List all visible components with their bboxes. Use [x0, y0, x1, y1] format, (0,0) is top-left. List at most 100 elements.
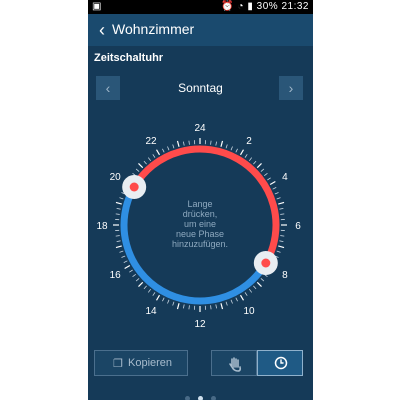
dial-tick [115, 213, 120, 215]
dial-tick [248, 157, 253, 161]
dial-tick [256, 163, 262, 169]
dial-tick [210, 140, 212, 145]
dial-hint: Langedrücken,um eineneue Phasehinzuzufüg… [172, 199, 228, 249]
hint-line: hinzuzufügen. [172, 239, 228, 249]
dial-tick [172, 144, 175, 149]
hour-label: 16 [110, 270, 122, 281]
hour-label: 24 [194, 123, 206, 134]
dial-tick [176, 303, 180, 310]
dial-tick [280, 235, 285, 237]
status-time: 21:32 [281, 1, 309, 12]
dial-tick [115, 235, 120, 237]
dial-tick [215, 304, 217, 309]
dial-tick [162, 148, 165, 153]
dial-tick [183, 304, 185, 309]
page-indicator [88, 388, 313, 400]
dial-tick [230, 299, 233, 304]
dial-tick [225, 301, 228, 306]
dial-tick [162, 297, 165, 302]
dial-tick [129, 269, 133, 273]
hour-label: 2 [246, 136, 252, 147]
dial-tick [188, 140, 190, 145]
dial-tick [119, 250, 124, 253]
dial-tick [235, 148, 238, 153]
dial-tick [239, 149, 245, 156]
phase-handle[interactable] [253, 251, 278, 275]
dial-tick [188, 305, 190, 310]
manual-mode-button[interactable] [211, 350, 257, 376]
dial-tick [183, 141, 185, 146]
dial-tick [244, 154, 248, 158]
dial-tick [256, 281, 262, 287]
dial-tick [123, 260, 128, 263]
dial-tick [230, 146, 233, 151]
dial-tick [135, 278, 140, 282]
dial-tick [115, 201, 122, 205]
dial-tick [147, 289, 152, 293]
copy-button-label: Kopieren [128, 357, 173, 369]
dial-tick [269, 180, 276, 186]
dial-tick [172, 301, 175, 306]
app-header: ‹ Wohnzimmer [88, 14, 313, 46]
wifi-icon: ◔ [237, 1, 245, 12]
dial-tick [253, 285, 257, 290]
hint-line: um eine [184, 219, 216, 229]
dial-tick [155, 149, 161, 156]
dial-tick [115, 245, 122, 249]
status-bar: ▣ ⏰ ◔ ▮ 30% 21:32 [88, 0, 313, 14]
dial-tick [278, 245, 285, 249]
dial-tick [167, 146, 170, 151]
alarm-icon: ⏰ [221, 1, 235, 12]
hour-label: 8 [282, 270, 288, 281]
copy-button[interactable]: ❐ Kopieren [94, 350, 188, 376]
dial-tick [276, 197, 281, 200]
hour-label: 12 [194, 319, 206, 330]
dial-tick [155, 294, 161, 301]
dial-tick [138, 281, 144, 287]
dial-tick [121, 255, 126, 258]
phase-handle[interactable] [122, 175, 147, 199]
dial-tick [253, 160, 257, 165]
dial-tick [152, 154, 156, 158]
dial-tick [143, 285, 147, 290]
dial-tick [274, 192, 279, 195]
dial-tick [135, 168, 140, 172]
dial-tick [124, 264, 131, 270]
section-label: Zeitschaltuhr [94, 52, 164, 64]
dial-tick [215, 141, 217, 146]
copy-icon: ❐ [113, 358, 123, 370]
dial-tick [276, 250, 281, 253]
dial-tick [147, 157, 152, 161]
dial-tick [278, 201, 285, 205]
battery-level: 30% [256, 1, 279, 12]
hint-line: drücken, [183, 209, 218, 219]
hand-icon [229, 357, 242, 372]
dial-tick [116, 240, 121, 242]
dial-tick [119, 197, 124, 200]
back-arrow-icon[interactable]: ‹ [94, 20, 110, 40]
chevron-right-icon: › [288, 80, 294, 96]
gallery-icon: ▣ [92, 1, 102, 12]
dial-tick [279, 240, 284, 242]
dial-tick [244, 292, 248, 296]
dial-tick [267, 177, 271, 181]
hour-label: 6 [295, 221, 301, 232]
hour-label: 22 [145, 136, 157, 147]
next-day-button[interactable]: › [279, 76, 303, 100]
dial-tick [264, 172, 268, 177]
timer-dial[interactable]: 24246810121416182022 Langedrücken,um ein… [88, 110, 313, 340]
dial-tick [272, 187, 277, 190]
hint-line: neue Phase [176, 229, 224, 239]
timer-mode-button[interactable] [257, 350, 303, 376]
dial-tick [235, 297, 238, 302]
hour-label: 4 [282, 172, 288, 183]
hour-label: 18 [96, 221, 108, 232]
dial-tick [248, 289, 253, 293]
dial-tick [152, 292, 156, 296]
dial-tick [280, 213, 285, 215]
hint-line: Lange [187, 199, 212, 209]
hour-label: 10 [243, 306, 255, 317]
dial-tick [260, 168, 265, 172]
dial-tick [239, 294, 245, 301]
page-dot [211, 396, 217, 400]
